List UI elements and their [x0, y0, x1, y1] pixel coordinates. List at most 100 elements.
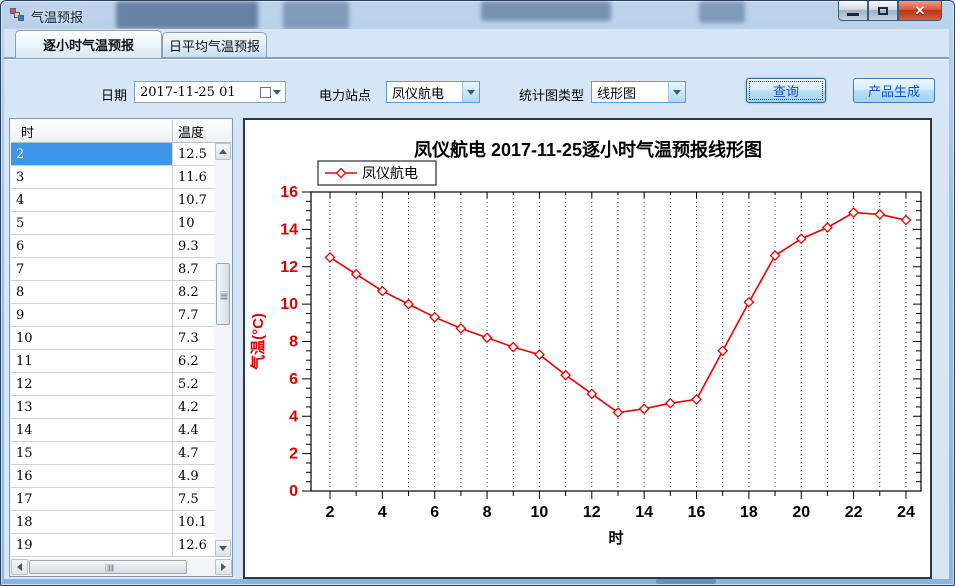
cell-temp[interactable]: 7.5	[173, 488, 216, 511]
chart-type-select[interactable]: 线形图	[591, 81, 686, 103]
scroll-up-button[interactable]	[215, 143, 231, 160]
maximize-button[interactable]	[868, 1, 898, 21]
tab-daily-forecast[interactable]: 日平均气温预报	[162, 32, 267, 57]
table-row[interactable]: 97.7	[11, 304, 216, 327]
data-point-marker	[692, 395, 701, 404]
scroll-left-button[interactable]	[11, 559, 28, 575]
table-row[interactable]: 116.2	[11, 350, 216, 373]
table-row[interactable]: 212.5	[11, 143, 216, 166]
chart-type-dropdown-button[interactable]	[668, 82, 685, 102]
column-header-temp[interactable]: 温度	[173, 120, 216, 143]
date-picker[interactable]: 2017-11-25 01	[134, 81, 286, 103]
data-point-marker	[849, 208, 858, 217]
panel-splitter[interactable]	[233, 118, 243, 577]
y-tick-label: 0	[289, 483, 298, 500]
query-button[interactable]: 查询	[746, 78, 826, 103]
table-row[interactable]: 134.2	[11, 396, 216, 419]
x-axis-label: 时	[608, 530, 623, 547]
cell-hour[interactable]: 15	[11, 442, 173, 465]
cell-temp[interactable]: 7.3	[173, 327, 216, 350]
tab-strip: 逐小时气温预报 日平均气温预报	[4, 29, 949, 57]
column-header-hour[interactable]: 时	[11, 120, 173, 143]
cell-temp[interactable]: 4.4	[173, 419, 216, 442]
table-row[interactable]: 510	[11, 212, 216, 235]
cell-hour[interactable]: 2	[11, 143, 173, 166]
table-row[interactable]: 88.2	[11, 281, 216, 304]
station-select[interactable]: 凤仪航电	[386, 81, 480, 103]
data-point-marker	[483, 333, 492, 342]
x-tick-label: 12	[583, 504, 601, 521]
cell-temp[interactable]: 5.2	[173, 373, 216, 396]
cell-temp[interactable]: 6.2	[173, 350, 216, 373]
data-point-marker	[797, 234, 806, 243]
close-button[interactable]: ✕	[898, 1, 942, 21]
calendar-dropdown-button[interactable]	[255, 82, 285, 102]
cell-temp[interactable]: 4.7	[173, 442, 216, 465]
scroll-right-button[interactable]	[215, 559, 232, 575]
glass-blur-blob	[481, 1, 611, 21]
cell-temp[interactable]: 7.7	[173, 304, 216, 327]
cell-temp[interactable]: 10.1	[173, 511, 216, 534]
table-row[interactable]: 125.2	[11, 373, 216, 396]
x-tick-label: 4	[378, 504, 387, 521]
table-row[interactable]: 1810.1	[11, 511, 216, 534]
cell-temp[interactable]: 4.2	[173, 396, 216, 419]
cell-temp[interactable]: 8.2	[173, 281, 216, 304]
horizontal-scrollbar[interactable]	[11, 559, 232, 575]
cell-hour[interactable]: 9	[11, 304, 173, 327]
glass-blur-blob	[116, 1, 258, 29]
horizontal-scroll-thumb[interactable]	[29, 560, 187, 574]
generate-product-button[interactable]: 产品生成	[853, 78, 935, 103]
cell-hour[interactable]: 12	[11, 373, 173, 396]
cell-hour[interactable]: 11	[11, 350, 173, 373]
cell-hour[interactable]: 10	[11, 327, 173, 350]
table-row[interactable]: 1912.6	[11, 534, 216, 557]
table-row[interactable]: 410.7	[11, 189, 216, 212]
cell-temp[interactable]: 12.6	[173, 534, 216, 557]
data-point-marker	[456, 324, 465, 333]
chart-svg: 凤仪航电 2017-11-25逐小时气温预报线形图024681012141624…	[245, 120, 930, 577]
cell-hour[interactable]: 17	[11, 488, 173, 511]
table-row[interactable]: 177.5	[11, 488, 216, 511]
cell-hour[interactable]: 5	[11, 212, 173, 235]
cell-temp[interactable]: 10	[173, 212, 216, 235]
arrow-right-icon	[221, 563, 226, 571]
tab-hourly-forecast[interactable]: 逐小时气温预报	[15, 30, 162, 58]
window-controls: ✕	[838, 1, 942, 21]
cell-temp[interactable]: 12.5	[173, 143, 216, 166]
table-row[interactable]: 164.9	[11, 465, 216, 488]
table-row[interactable]: 154.7	[11, 442, 216, 465]
cell-hour[interactable]: 7	[11, 258, 173, 281]
cell-hour[interactable]: 3	[11, 166, 173, 189]
cell-hour[interactable]: 8	[11, 281, 173, 304]
cell-temp[interactable]: 8.7	[173, 258, 216, 281]
cell-temp[interactable]: 9.3	[173, 235, 216, 258]
cell-hour[interactable]: 14	[11, 419, 173, 442]
date-label: 日期	[101, 85, 127, 104]
table-row[interactable]: 69.3	[11, 235, 216, 258]
cell-hour[interactable]: 6	[11, 235, 173, 258]
table-row[interactable]: 144.4	[11, 419, 216, 442]
resize-grip[interactable]	[656, 579, 716, 584]
minimize-button[interactable]	[838, 1, 868, 21]
titlebar[interactable]: 气温预报 ✕	[1, 1, 954, 29]
cell-hour[interactable]: 19	[11, 534, 173, 557]
scroll-down-button[interactable]	[215, 540, 231, 557]
date-value[interactable]: 2017-11-25 01	[135, 85, 255, 100]
vertical-scroll-thumb[interactable]	[216, 263, 230, 325]
y-tick-label: 4	[289, 408, 298, 425]
station-dropdown-button[interactable]	[462, 82, 479, 102]
cell-hour[interactable]: 18	[11, 511, 173, 534]
close-icon: ✕	[915, 3, 926, 19]
cell-hour[interactable]: 16	[11, 465, 173, 488]
table-row[interactable]: 78.7	[11, 258, 216, 281]
cell-temp[interactable]: 4.9	[173, 465, 216, 488]
cell-hour[interactable]: 4	[11, 189, 173, 212]
table-row[interactable]: 107.3	[11, 327, 216, 350]
table-row[interactable]: 311.6	[11, 166, 216, 189]
vertical-scrollbar[interactable]	[215, 120, 231, 557]
cell-temp[interactable]: 11.6	[173, 166, 216, 189]
data-point-marker	[352, 270, 361, 279]
cell-hour[interactable]: 13	[11, 396, 173, 419]
cell-temp[interactable]: 10.7	[173, 189, 216, 212]
